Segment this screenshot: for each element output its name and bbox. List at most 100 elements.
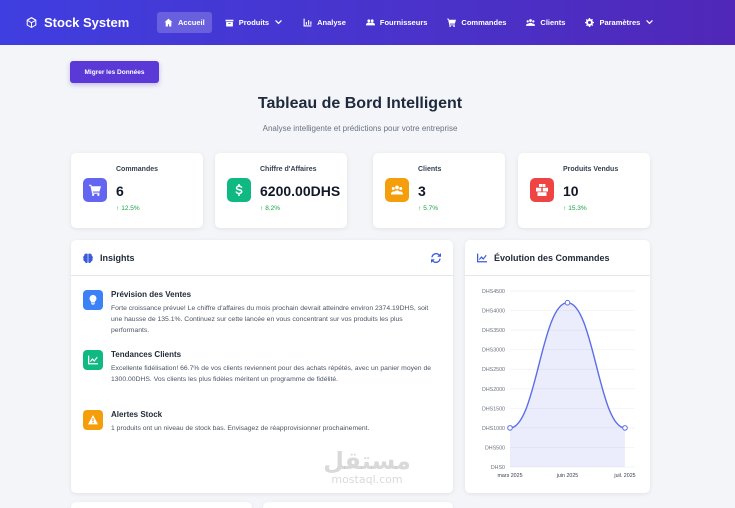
nav-item-accueil[interactable]: Accueil xyxy=(157,12,212,33)
users-icon xyxy=(526,19,536,26)
insight-text: 1 produits ont un niveau de stock bas. E… xyxy=(111,425,370,432)
chevron-down-icon xyxy=(646,19,654,25)
chart-title: Évolution des Commandes xyxy=(494,252,610,263)
stat-card-chiffre-affaires[interactable]: Chiffre d'Affaires 6200.00DHS ↑ 8.2% xyxy=(215,153,347,228)
insights-title: Insights xyxy=(100,252,135,263)
x-tick-label: mars 2025 xyxy=(497,473,522,479)
stat-value: 10 xyxy=(563,183,579,199)
y-tick-label: DHS2500 xyxy=(482,367,505,373)
arrow-up-icon: ↑ xyxy=(418,205,422,212)
stat-trend: ↑ 15.3% xyxy=(563,205,587,212)
y-tick-label: DHS500 xyxy=(485,445,505,451)
stat-label: Commandes xyxy=(116,166,159,173)
insight-item-alertes: Alertes Stock 1 produits ont un niveau d… xyxy=(83,410,443,440)
stat-trend: ↑ 5.7% xyxy=(418,205,438,212)
warning-icon xyxy=(83,410,103,430)
chevron-down-icon xyxy=(275,19,282,25)
users-icon xyxy=(385,178,409,202)
insight-text: Excellente fidélisation! 66.7% de vos cl… xyxy=(111,365,432,383)
lightbulb-icon xyxy=(83,290,103,310)
y-tick-label: DHS1500 xyxy=(482,406,505,412)
stat-trend: ↑ 8.2% xyxy=(260,205,280,212)
cube-icon xyxy=(26,17,37,28)
stat-value: 6200.00DHS xyxy=(260,183,341,199)
y-tick-label: DHS3500 xyxy=(482,328,505,334)
home-icon xyxy=(164,18,173,27)
chart-header: Évolution des Commandes xyxy=(465,240,650,276)
nav-item-analyse[interactable]: Analyse xyxy=(296,12,353,33)
nav-label: Commandes xyxy=(461,18,507,27)
y-tick-label: DHS1000 xyxy=(482,426,505,432)
insight-title: Tendances Clients xyxy=(111,350,182,359)
cart-icon xyxy=(83,178,107,202)
stat-value: 6 xyxy=(116,183,124,199)
insights-header: Insights xyxy=(71,240,453,276)
refresh-icon[interactable] xyxy=(431,252,441,263)
dollar-icon xyxy=(227,178,251,202)
y-tick-label: DHS0 xyxy=(491,465,505,471)
cart-icon xyxy=(447,18,457,27)
boxes-icon xyxy=(530,178,554,202)
nav-label: Clients xyxy=(540,18,566,27)
navbar: Stock System Accueil Produits Analyse Fo… xyxy=(0,0,735,45)
x-tick-label: juil. 2025 xyxy=(613,473,635,479)
stat-trend-value: 8.2% xyxy=(265,205,281,212)
nav-item-fournisseurs[interactable]: Fournisseurs xyxy=(359,12,435,33)
nav-item-commandes[interactable]: Commandes xyxy=(440,12,513,33)
bottom-card-1 xyxy=(71,502,252,508)
nav-label: Fournisseurs xyxy=(379,18,428,27)
y-tick-label: DHS4000 xyxy=(482,309,505,315)
orders-line-chart: DHS0 DHS500 DHS1000 DHS1500 DHS2000 DHS2500 DH… xyxy=(482,289,636,479)
series-area xyxy=(510,302,625,467)
stat-card-clients[interactable]: Clients 3 ↑ 5.7% xyxy=(373,153,505,228)
arrow-up-icon: ↑ xyxy=(260,205,264,212)
nav-label: Produits xyxy=(238,18,270,27)
data-point xyxy=(564,299,571,306)
brain-icon xyxy=(83,253,93,263)
insight-text: Forte croissance prévue! Le chiffre d'af… xyxy=(111,305,429,334)
nav-item-produits[interactable]: Produits xyxy=(218,12,290,33)
bottom-card-2 xyxy=(263,502,453,508)
stat-trend: ↑ 12.5% xyxy=(116,205,140,212)
orders-chart-panel: Évolution des Commandes DHS0 DHS500 DHS100… xyxy=(465,240,650,493)
watermark: مستقل mostaql.com xyxy=(322,448,412,486)
watermark-arabic: مستقل xyxy=(323,447,411,475)
people-icon xyxy=(365,19,375,26)
nav-label: Accueil xyxy=(178,18,205,27)
stat-card-commandes[interactable]: Commandes 6 ↑ 12.5% xyxy=(71,153,203,228)
line-chart-icon xyxy=(477,253,487,262)
nav-item-parametres[interactable]: Paramètres xyxy=(578,12,661,33)
stat-label: Chiffre d'Affaires xyxy=(260,166,317,173)
insight-title: Alertes Stock xyxy=(111,410,163,419)
data-point xyxy=(622,425,628,431)
insight-item-prevision: Prévision des Ventes Forte croissance pr… xyxy=(83,290,443,338)
gear-icon xyxy=(585,18,595,27)
watermark-latin: mostaql.com xyxy=(331,473,403,486)
arrow-up-icon: ↑ xyxy=(563,205,567,212)
migrate-data-button[interactable]: Migrer les Données xyxy=(70,61,159,83)
stat-trend-value: 12.5% xyxy=(121,205,140,212)
insight-title: Prévision des Ventes xyxy=(111,290,192,299)
y-tick-label: DHS4500 xyxy=(482,289,505,295)
page-subtitle: Analyse intelligente et prédictions pour… xyxy=(262,124,458,133)
stat-trend-value: 5.7% xyxy=(423,205,439,212)
stat-trend-value: 15.3% xyxy=(568,205,587,212)
trend-icon xyxy=(83,350,103,370)
y-tick-label: DHS2000 xyxy=(482,387,505,393)
nav-label: Analyse xyxy=(317,18,346,27)
x-tick-label: juin 2025 xyxy=(556,473,579,479)
stat-card-produits-vendus[interactable]: Produits Vendus 10 ↑ 15.3% xyxy=(518,153,650,228)
stat-label: Clients xyxy=(418,166,442,173)
brand-name: Stock System xyxy=(44,15,130,30)
nav-item-clients[interactable]: Clients xyxy=(519,12,572,33)
y-tick-label: DHS3000 xyxy=(482,348,505,354)
arrow-up-icon: ↑ xyxy=(116,205,120,212)
stat-value: 3 xyxy=(418,183,426,199)
brand[interactable]: Stock System xyxy=(26,15,157,30)
nav-label: Paramètres xyxy=(599,18,641,27)
stat-label: Produits Vendus xyxy=(563,166,619,173)
bar-chart-icon xyxy=(303,18,312,27)
box-icon xyxy=(225,19,234,27)
insight-item-tendances: Tendances Clients Excellente fidélisatio… xyxy=(83,350,443,398)
page-title: Tableau de Bord Intelligent xyxy=(257,95,463,112)
